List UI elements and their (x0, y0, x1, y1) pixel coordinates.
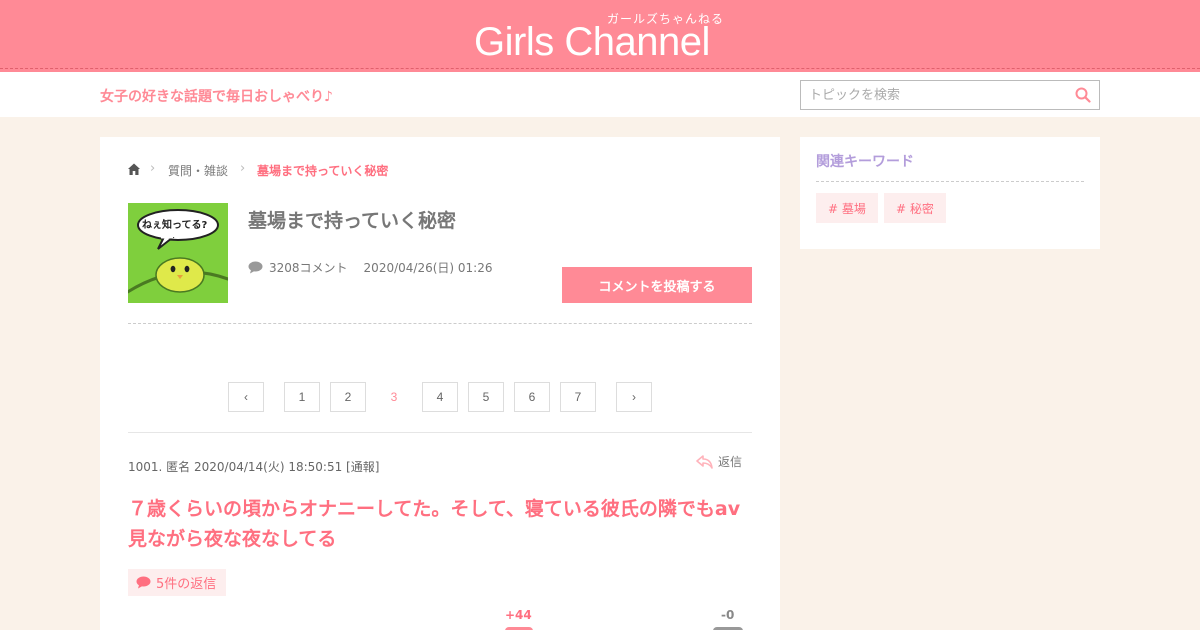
topic-title: 墓場まで持っていく秘密 (248, 210, 457, 232)
pagination-next-button[interactable]: › (616, 382, 652, 412)
breadcrumb-category[interactable]: 質問・雑談 (168, 162, 228, 179)
topic-meta: 3208コメント 2020/04/26(日) 01:26 (248, 259, 492, 276)
keyword-tag[interactable]: # 墓場 (816, 193, 878, 223)
plus-vote-count: +44 (505, 608, 532, 622)
topic-thumbnail: ねぇ知ってる? (128, 203, 228, 303)
replies-count-button[interactable]: 5件の返信 (128, 569, 227, 596)
minus-vote-count: -0 (721, 608, 735, 622)
reply-button[interactable]: 返信 (696, 453, 742, 470)
site-tagline: 女子の好きな話題で毎日おしゃべり♪ (100, 89, 333, 105)
pagination-page[interactable]: 4 (422, 382, 458, 412)
keyword-tag[interactable]: # 秘密 (884, 193, 946, 223)
search-input[interactable] (801, 81, 1069, 109)
sidebar-divider (816, 181, 1084, 182)
pagination-page[interactable]: 7 (560, 382, 596, 412)
search-box (800, 80, 1100, 110)
pagination-prev-button[interactable]: ‹ (228, 382, 264, 412)
breadcrumb-current: 墓場まで持っていく秘密 (257, 164, 389, 178)
related-keywords-title: 関連キーワード (816, 154, 914, 170)
site-header: ガールズちゃんねる Girls Channel (0, 0, 1200, 72)
topic-card: › 質問・雑談 › 墓場まで持っていく秘密 ねぇ知ってる? 墓場まで持っていく秘… (100, 137, 780, 630)
pagination-page[interactable]: 2 (330, 382, 366, 412)
pagination-page[interactable]: 6 (514, 382, 550, 412)
pagination-page[interactable]: 1 (284, 382, 320, 412)
pagination-page[interactable]: 5 (468, 382, 504, 412)
sub-header: 女子の好きな話題で毎日おしゃべり♪ (0, 72, 1200, 117)
comment-count: 3208コメント (269, 261, 348, 275)
chevron-right-icon: › (240, 161, 246, 176)
reply-label: 返信 (718, 455, 743, 469)
comment-body: ７歳くらいの頃からオナニーしてた。そして、寝ている彼氏の隣でもav見ながら夜な夜… (128, 498, 741, 550)
header-divider (0, 68, 1200, 69)
post-comment-button[interactable]: コメントを投稿する (562, 267, 752, 303)
topic-divider (128, 323, 752, 324)
search-icon[interactable] (1075, 87, 1091, 103)
comment-bubble-icon (248, 261, 263, 274)
pagination-page-current: 3 (376, 382, 412, 412)
chevron-right-icon: › (150, 161, 156, 176)
replies-label: 5件の返信 (156, 577, 217, 592)
logo-text: Girls Channel (474, 20, 710, 64)
topic-date: 2020/04/26(日) 01:26 (363, 261, 493, 275)
pagination-divider (128, 432, 752, 433)
thumbnail-caption: ねぇ知ってる? (142, 220, 208, 231)
comment-bubble-icon (136, 576, 151, 589)
site-logo[interactable]: ガールズちゃんねる Girls Channel (474, 6, 734, 66)
comment-meta: 1001. 匿名 2020/04/14(火) 18:50:51 [通報] (128, 460, 380, 474)
reply-arrow-icon (696, 454, 713, 469)
home-icon[interactable] (127, 162, 141, 176)
related-keywords-panel: 関連キーワード # 墓場 # 秘密 (800, 137, 1100, 249)
